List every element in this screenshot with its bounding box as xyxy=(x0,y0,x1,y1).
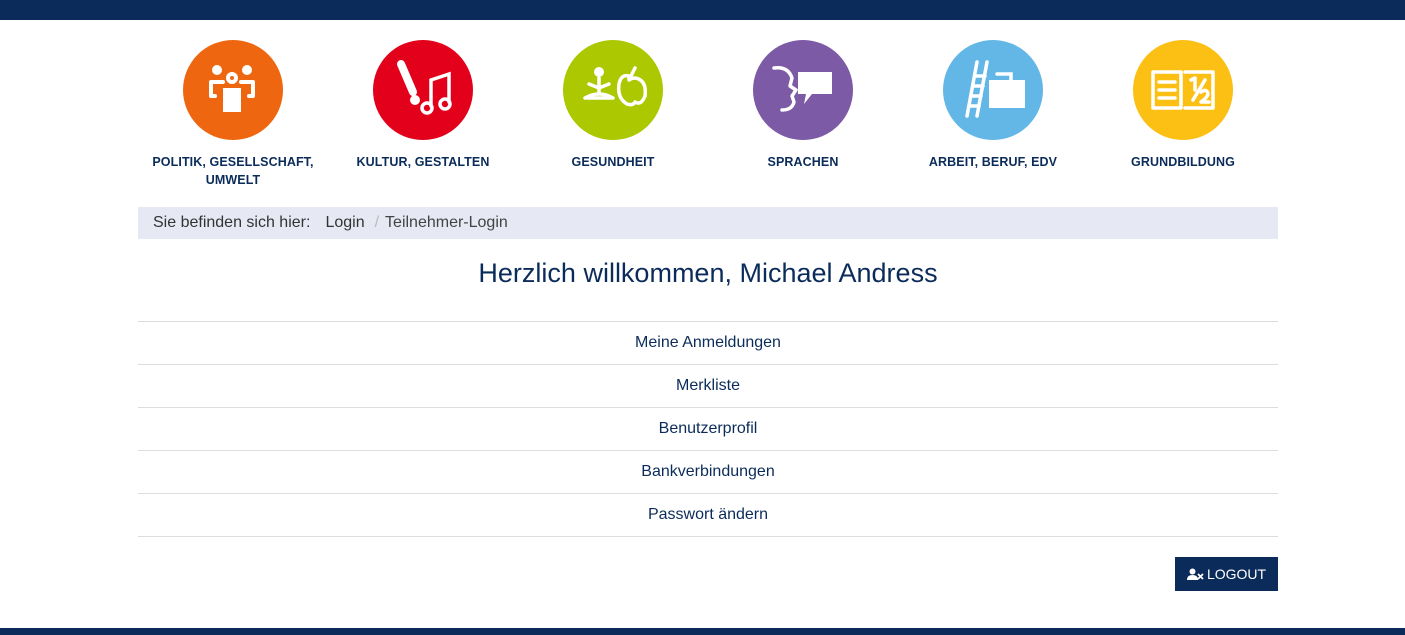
menu-item-anmeldungen[interactable]: Meine Anmeldungen xyxy=(138,322,1278,365)
breadcrumb: Sie befinden sich hier: Login / Teilnehm… xyxy=(138,207,1278,239)
logout-label: LOGOUT xyxy=(1206,566,1267,582)
menu-item-merkliste[interactable]: Merkliste xyxy=(138,365,1278,408)
page-title: Herzlich willkommen, Michael Andress xyxy=(478,258,938,288)
menu-item-benutzerprofil[interactable]: Benutzerprofil xyxy=(138,408,1278,451)
book-half-icon xyxy=(1133,40,1233,140)
logout-button[interactable]: LOGOUT xyxy=(1175,557,1278,591)
menu-item-passwort[interactable]: Passwort ändern xyxy=(138,494,1278,537)
menu-item-bankverbindungen[interactable]: Bankverbindungen xyxy=(138,451,1278,494)
breadcrumb-prefix: Sie befinden sich hier: xyxy=(153,214,311,231)
category-grundbildung[interactable]: GRUNDBILDUNG xyxy=(1088,40,1278,171)
category-label: POLITIK, GESELLSCHAFT, UMWELT xyxy=(152,155,314,187)
breadcrumb-link-login[interactable]: Login xyxy=(325,214,364,232)
breadcrumb-separator: / xyxy=(374,214,380,231)
category-politik[interactable]: POLITIK, GESELLSCHAFT, UMWELT xyxy=(138,40,328,189)
ladder-briefcase-icon xyxy=(943,40,1043,140)
yoga-apple-icon xyxy=(563,40,663,140)
brush-music-icon xyxy=(373,40,473,140)
speech-bubble-icon xyxy=(753,40,853,140)
user-remove-icon xyxy=(1186,568,1204,580)
category-label: GRUNDBILDUNG xyxy=(1131,155,1235,169)
people-discussion-icon xyxy=(183,40,283,140)
top-bar xyxy=(0,0,1405,20)
category-label: GESUNDHEIT xyxy=(571,155,655,169)
category-sprachen[interactable]: SPRACHEN xyxy=(708,40,898,171)
category-gesundheit[interactable]: GESUNDHEIT xyxy=(518,40,708,171)
category-kultur[interactable]: KULTUR, GESTALTEN xyxy=(328,40,518,171)
breadcrumb-current: Teilnehmer-Login xyxy=(385,214,508,231)
category-label: KULTUR, GESTALTEN xyxy=(356,155,490,169)
bottom-bar xyxy=(0,628,1405,635)
category-label: ARBEIT, BERUF, EDV xyxy=(928,155,1058,169)
category-arbeit[interactable]: ARBEIT, BERUF, EDV xyxy=(898,40,1088,171)
account-menu: Meine Anmeldungen Merkliste Benutzerprof… xyxy=(138,321,1278,537)
category-nav: POLITIK, GESELLSCHAFT, UMWELT KULTUR, GE… xyxy=(138,40,1278,190)
category-label: SPRACHEN xyxy=(767,155,839,169)
